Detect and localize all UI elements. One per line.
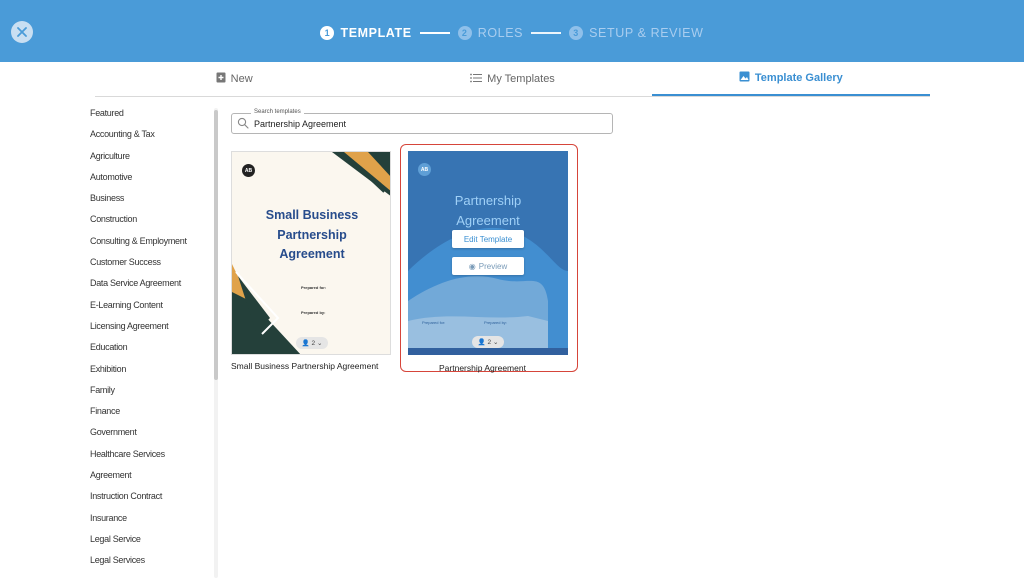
tab-label: New [230,73,253,85]
category-item[interactable]: E-Learning Content [90,300,210,321]
step-label: TEMPLATE [340,26,412,40]
roles-count: 2 [487,338,492,346]
cover-title: Partnership Agreement [454,193,522,228]
category-item[interactable]: Data Service Agreement [90,278,210,299]
search-label: Search templates [251,109,304,115]
wizard-header: 1 TEMPLATE 2 ROLES 3 SETUP & REVIEW [0,0,1024,62]
chevron-down-icon: ⌄ [316,340,323,347]
category-list: Featured Accounting & Tax Agriculture Autom… [90,108,210,577]
step-number: 1 [320,26,335,40]
step-label: SETUP & REVIEW [589,26,704,40]
category-item[interactable]: Featured [90,108,210,129]
chevron-down-icon: ⌄ [492,339,499,346]
roles-badge[interactable]: 👤 2 ⌄ [296,337,328,349]
template-name: Small Business Partnership Agreement [231,361,379,371]
step-roles[interactable]: 2 ROLES [457,26,524,40]
step-connector [531,32,562,34]
template-source-tabs: New My Templates Template Gallery [95,62,930,97]
category-item[interactable]: Construction [90,214,210,235]
tab-my-templates[interactable]: My Templates [373,62,651,96]
company-logo: AB [242,164,255,177]
category-item[interactable]: Business [90,193,210,214]
step-number: 3 [569,26,584,40]
category-item[interactable]: Exhibition [90,364,210,385]
list-icon [470,73,483,86]
template-thumbnail[interactable]: AB Small Business Partnership Agreement … [231,151,391,355]
step-number: 2 [457,26,472,40]
gallery-icon [739,71,750,85]
company-logo: AB [418,163,431,176]
new-document-icon [216,72,226,86]
category-scrollbar-thumb[interactable] [214,110,218,380]
wizard-steps: 1 TEMPLATE 2 ROLES 3 SETUP & REVIEW [0,24,1024,42]
preview-button[interactable]: ◉ Preview [452,257,524,275]
category-item[interactable]: Customer Success [90,257,210,278]
step-template[interactable]: 1 TEMPLATE [320,26,411,40]
edit-template-button[interactable]: Edit Template [452,230,524,248]
step-connector [419,32,450,34]
category-item[interactable]: Family [90,385,210,406]
prepared-for-label: Prepared for: [422,320,446,325]
category-item[interactable]: Legal Services [90,555,210,576]
tab-new[interactable]: New [95,62,373,96]
preview-label: Preview [478,261,508,271]
roles-count: 2 [311,339,316,347]
template-thumbnail[interactable]: AB Partnership Agreement Edit Template ◉… [408,151,568,355]
category-item[interactable]: Instruction Contract [90,491,210,512]
prepared-by-label: Prepared by: [301,310,326,315]
prepared-by-label: Prepared by: [484,320,507,325]
step-label: ROLES [477,26,524,40]
template-name: Partnership Agreement [439,363,526,373]
category-item[interactable]: Agreement [90,470,210,491]
tab-label: Template Gallery [754,72,843,84]
tab-label: My Templates [487,73,555,85]
category-item[interactable]: Accounting & Tax [90,129,210,150]
category-item[interactable]: Government [90,427,210,448]
category-item[interactable]: Agriculture [90,151,210,172]
user-icon: 👤 [477,339,486,346]
category-item[interactable]: Healthcare Services [90,449,210,470]
category-item[interactable]: Licensing Agreement [90,321,210,342]
step-setup-review[interactable]: 3 SETUP & REVIEW [569,26,703,40]
category-item[interactable]: Insurance [90,513,210,534]
tab-template-gallery[interactable]: Template Gallery [651,62,930,96]
category-item[interactable]: Consulting & Employment [90,236,210,257]
cover-title: Small Business Partnership Agreement [265,208,359,261]
search-icon [237,117,249,129]
category-item[interactable]: Finance [90,406,210,427]
user-icon: 👤 [301,340,310,347]
roles-badge[interactable]: 👤 2 ⌄ [472,336,504,348]
prepared-for-label: Prepared for: [301,285,327,290]
category-item[interactable]: Automotive [90,172,210,193]
eye-icon: ◉ [468,261,476,271]
category-item[interactable]: Education [90,342,210,363]
search-input[interactable] [254,117,594,131]
category-item[interactable]: Legal Service [90,534,210,555]
